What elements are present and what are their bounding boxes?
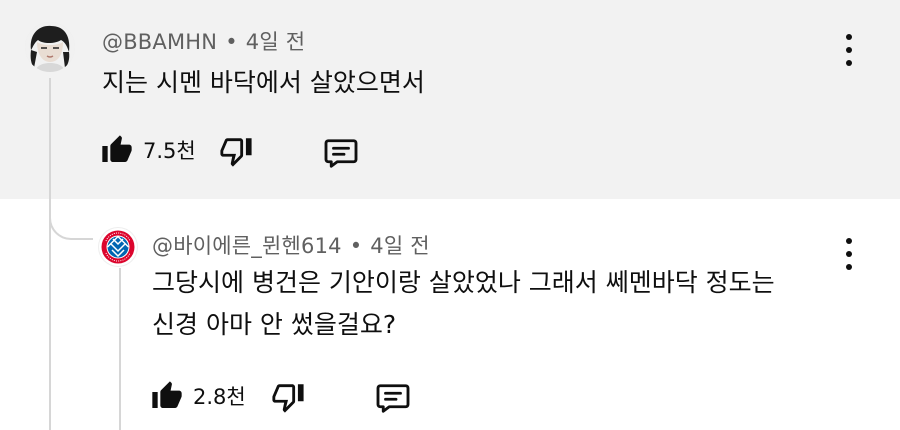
reply-comment-icon: [324, 139, 358, 168]
reply-connector-line: [119, 268, 121, 430]
thumbs-up-icon: [102, 135, 132, 162]
dislike-button[interactable]: [271, 380, 305, 414]
thumbs-up-icon: [152, 381, 182, 408]
avatar[interactable]: [25, 22, 75, 72]
comment-time[interactable]: 4일 전: [246, 30, 305, 54]
comment-author[interactable]: @바이에른_뮌헨614: [152, 234, 342, 258]
like-button[interactable]: 7.5천: [101, 134, 196, 166]
thread-connector-line: [49, 78, 51, 430]
like-count: 7.5천: [143, 139, 196, 163]
comment-text-line: 그당시에 병건은 기안이랑 살았었나 그래서 쎄멘바닥 정도는: [152, 268, 775, 297]
like-count: 2.8천: [193, 385, 246, 409]
thumbs-down-icon: [220, 138, 252, 167]
reply-comment-icon: [376, 384, 410, 413]
user-photo-avatar-icon: [25, 22, 75, 72]
reply-button[interactable]: [323, 134, 359, 170]
dislike-button[interactable]: [219, 134, 253, 168]
avatar[interactable]: [99, 228, 137, 266]
like-button[interactable]: 2.8천: [151, 380, 246, 412]
comment-text-line: 신경 아마 안 썼을걸요?: [152, 310, 397, 339]
more-vert-icon[interactable]: [839, 34, 859, 66]
meta-separator: •: [349, 234, 363, 258]
comment-author[interactable]: @BBAMHN: [102, 30, 217, 54]
comment-meta: @BBAMHN • 4일 전: [102, 26, 305, 56]
reply-button[interactable]: [375, 379, 411, 415]
comment-meta: @바이에른_뮌헨614 • 4일 전: [152, 230, 430, 260]
thread-connector-curve: [49, 196, 93, 240]
thumbs-down-icon: [272, 384, 304, 413]
comment-text: 지는 시멘 바닥에서 살았으면서: [102, 68, 425, 97]
meta-separator: •: [225, 30, 238, 54]
comment-time[interactable]: 4일 전: [370, 234, 429, 258]
comment-text: 그당시에 병건은 기안이랑 살았었나 그래서 쎄멘바닥 정도는 신경 아마 안 …: [152, 262, 775, 346]
fc-bayern-logo-icon: [100, 229, 136, 265]
more-vert-icon[interactable]: [839, 238, 859, 270]
